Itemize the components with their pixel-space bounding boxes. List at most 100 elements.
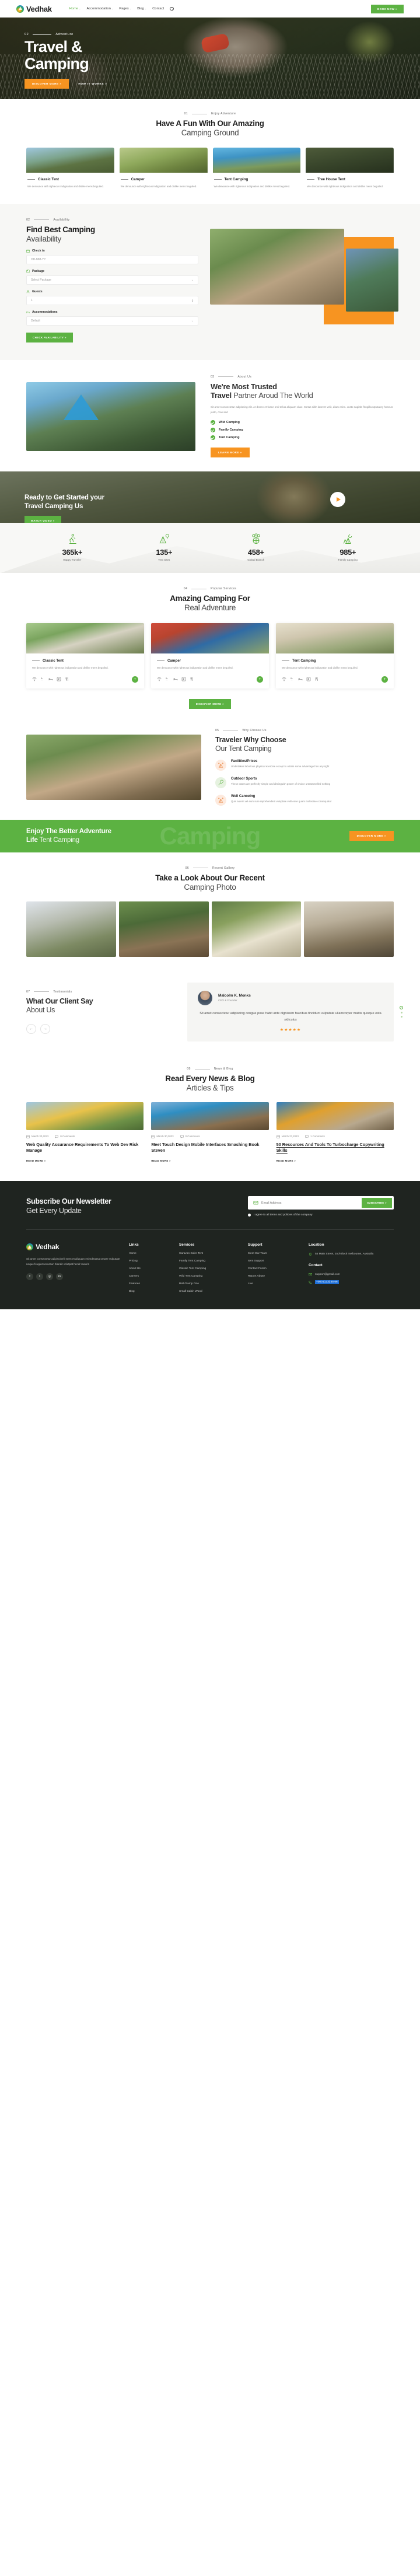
blog-read-more-link[interactable]: READ MORE » (276, 1159, 296, 1162)
testimonial-prev-button[interactable]: ← (26, 1023, 36, 1034)
footer-link[interactable]: Pricing (129, 1260, 174, 1263)
footer-link[interactable]: Small Cabin Wood (179, 1290, 243, 1293)
footer-link[interactable]: Bell Glamp One (179, 1282, 243, 1285)
package-select[interactable]: Select Package ⌄ (26, 275, 198, 285)
learn-more-button[interactable]: LEARN MORE » (211, 448, 250, 458)
radio-icon[interactable] (248, 1214, 251, 1217)
accommodations-select[interactable]: Default ⌄ (26, 316, 198, 326)
ground-card[interactable]: Camper We denounce with righteous indign… (119, 147, 208, 189)
blog-read-more-link[interactable]: READ MORE » (26, 1159, 46, 1162)
play-icon[interactable] (330, 492, 345, 508)
band-discover-button[interactable]: DISCOVER MORE » (349, 831, 394, 841)
linkedin-icon[interactable]: in (56, 1273, 63, 1280)
ground-card[interactable]: Tree House Tent We denounce with righteo… (306, 147, 394, 189)
about-tick-item: Family Camping (211, 428, 394, 433)
footer-link[interactable]: Family Tent Camping (179, 1260, 243, 1263)
discover-more-button[interactable]: DISCOVER MORE » (24, 78, 69, 89)
footer-link[interactable]: Caravan Soler Tent (179, 1252, 243, 1255)
wifi-icon (157, 677, 162, 681)
footer-link[interactable]: Classic Tent Camping (179, 1267, 243, 1270)
services-discover-button[interactable]: DISCOVER MORE » (188, 698, 232, 709)
guests-stepper[interactable]: 1 ▲ ▼ (26, 295, 198, 305)
ground-card[interactable]: Classic Tent We denounce with righteous … (26, 147, 114, 189)
carousel-dot-active[interactable] (400, 1006, 403, 1010)
footer-link[interactable]: Careers (129, 1275, 174, 1278)
brand-logo[interactable]: Vedhak (16, 5, 52, 13)
gallery-subtitle: Camping Photo (184, 882, 236, 892)
book-now-button[interactable]: BOOK NOW » (370, 4, 404, 13)
check-availability-button[interactable]: CHECK AVAILABILITY » (26, 332, 73, 342)
gallery-grid (26, 901, 394, 957)
rule (33, 34, 52, 35)
service-card[interactable]: Camper We denounce with righteous indign… (151, 623, 269, 688)
blog-section: 08 News & Blog Read Every News & Blog Ar… (0, 1057, 420, 1181)
subscribe-button[interactable]: SUBSCRIBE » (362, 1198, 392, 1208)
search-icon[interactable] (170, 6, 174, 11)
gallery-heading: 06 Recent Gallery Take a Look About Our … (26, 866, 394, 892)
testimonial-next-button[interactable]: → (40, 1023, 50, 1034)
blog-post[interactable]: March 30,2023 0 Comments Meet Touch Desi… (151, 1102, 269, 1165)
stat-item: 458+ Global Branch (210, 533, 302, 561)
footer-email[interactable]: support@gmail.com (309, 1273, 394, 1276)
stat-item: 365k+ Happy Traveler (26, 533, 118, 561)
how-it-works-link[interactable]: HOW IT WORKS » (78, 82, 107, 85)
checkin-input[interactable]: DD-MM-YY (26, 254, 198, 264)
stat-label: Family Camping (338, 558, 358, 562)
nav-item-home[interactable]: Home⌄ (69, 7, 81, 11)
food-icon (65, 677, 68, 681)
carousel-dots[interactable] (400, 1006, 403, 1018)
twitter-icon[interactable]: t (36, 1273, 43, 1280)
blog-post[interactable]: March 30,2023 0 Comments Web Quality Ass… (26, 1102, 144, 1165)
rule (34, 991, 50, 992)
nav-item-pages[interactable]: Pages⌄ (119, 7, 131, 11)
service-card[interactable]: Tent Camping We denounce with righteous … (276, 623, 394, 688)
footer-link[interactable]: Contact Foram (248, 1267, 304, 1270)
footer-link[interactable]: Blog (129, 1290, 174, 1293)
why-feature: Outdoor Sports These cases are perfectly … (215, 777, 394, 788)
nav-item-blog[interactable]: Blog⌄ (137, 7, 146, 11)
social-links: f t ◎ in (26, 1273, 124, 1280)
tent-shape (63, 394, 99, 420)
footer-logo[interactable]: Vedhak (26, 1243, 124, 1251)
footer-link[interactable]: Home (129, 1252, 174, 1255)
footer-link[interactable]: About Us (129, 1267, 174, 1270)
terms-agreement[interactable]: I agree to all terms and policies of the… (248, 1214, 394, 1217)
nav-item-contact[interactable]: Contact (152, 7, 164, 11)
footer-link[interactable]: Live (248, 1282, 304, 1285)
service-card[interactable]: Classic Tent We denounce with righteous … (26, 623, 144, 688)
facebook-icon[interactable]: f (26, 1273, 33, 1280)
blog-post-title[interactable]: 50 Resources And Tools To Turbocharge Co… (276, 1142, 394, 1154)
gallery-photo[interactable] (304, 901, 394, 957)
gallery-photo[interactable] (211, 901, 302, 957)
ground-card[interactable]: Tent Camping We denounce with righteous … (212, 147, 301, 189)
instagram-icon[interactable]: ◎ (46, 1273, 53, 1280)
ground-card-image (119, 147, 208, 173)
footer-link[interactable]: Features (129, 1282, 174, 1285)
nav-item-accommodation[interactable]: Accommodation⌄ (87, 7, 114, 11)
blog-post-image (151, 1102, 269, 1130)
gallery-photo[interactable] (118, 901, 209, 957)
email-input[interactable] (261, 1201, 362, 1205)
testi-eyebrow-label: Testimonials (53, 990, 72, 994)
sports-icon (215, 777, 226, 788)
footer-link[interactable]: Item Support (248, 1260, 304, 1263)
footer-phone[interactable]: +000 (123) 45 66 (309, 1280, 394, 1285)
testimonial-section: 07 Testimonials What Our Client Say Abou… (0, 972, 420, 1057)
blog-post-title[interactable]: Web Quality Assurance Requirements To We… (26, 1142, 144, 1154)
stat-item: 135+ Tent Sites (118, 533, 211, 561)
hero-title-line1: Travel & (24, 38, 82, 55)
add-service-button[interactable]: + (382, 676, 388, 683)
service-amenities: + (282, 676, 388, 683)
footer-link[interactable]: Wild Tent Camping (179, 1275, 243, 1278)
about-number: 03 (211, 375, 215, 379)
add-service-button[interactable]: + (132, 676, 138, 683)
blog-read-more-link[interactable]: READ MORE » (151, 1159, 170, 1162)
blog-post-title[interactable]: Meet Touch Design Mobile Interfaces Smas… (151, 1142, 268, 1154)
add-service-button[interactable]: + (257, 676, 263, 683)
footer-link[interactable]: Report Abuse (248, 1275, 304, 1278)
blog-post[interactable]: March 27,2023 1 Comments 50 Resources An… (276, 1102, 394, 1165)
gallery-photo[interactable] (26, 901, 116, 957)
carousel-dot[interactable] (400, 1012, 402, 1014)
carousel-dot[interactable] (400, 1016, 402, 1018)
footer-link[interactable]: Meet Our Team (248, 1252, 304, 1255)
